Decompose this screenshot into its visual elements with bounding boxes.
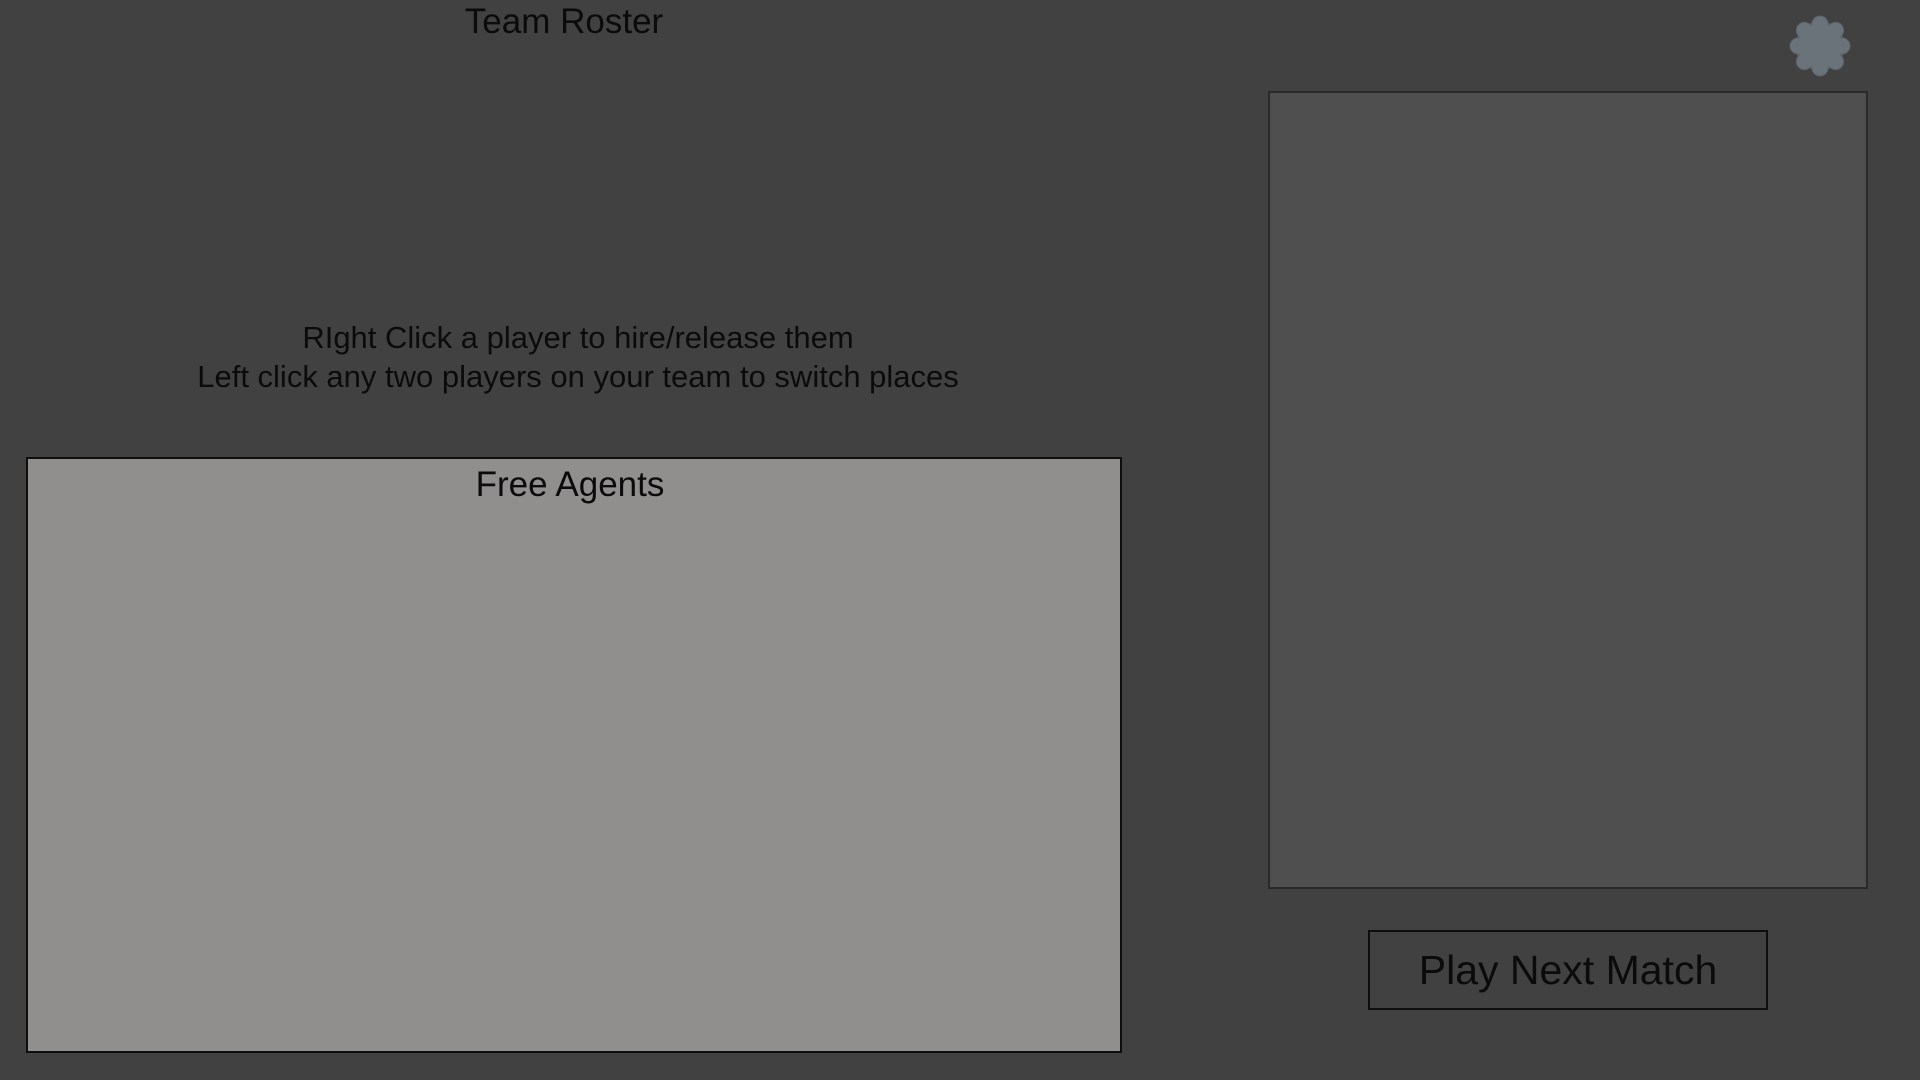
- team-roster-panel[interactable]: [1268, 91, 1868, 889]
- instructions: RIght Click a player to hire/release the…: [0, 318, 1156, 396]
- gear-icon[interactable]: [1788, 14, 1852, 78]
- page-title: Team Roster: [464, 2, 664, 41]
- free-agents-title: Free Agents: [475, 465, 665, 504]
- instruction-hire-release: RIght Click a player to hire/release the…: [302, 320, 854, 355]
- free-agents-list[interactable]: [38, 519, 1110, 1041]
- free-agents-panel: Free Agents: [26, 457, 1122, 1053]
- gear-icon-graphic: [1789, 15, 1851, 77]
- instruction-switch-places: Left click any two players on your team …: [197, 359, 959, 394]
- play-next-match-button[interactable]: Play Next Match: [1368, 930, 1768, 1010]
